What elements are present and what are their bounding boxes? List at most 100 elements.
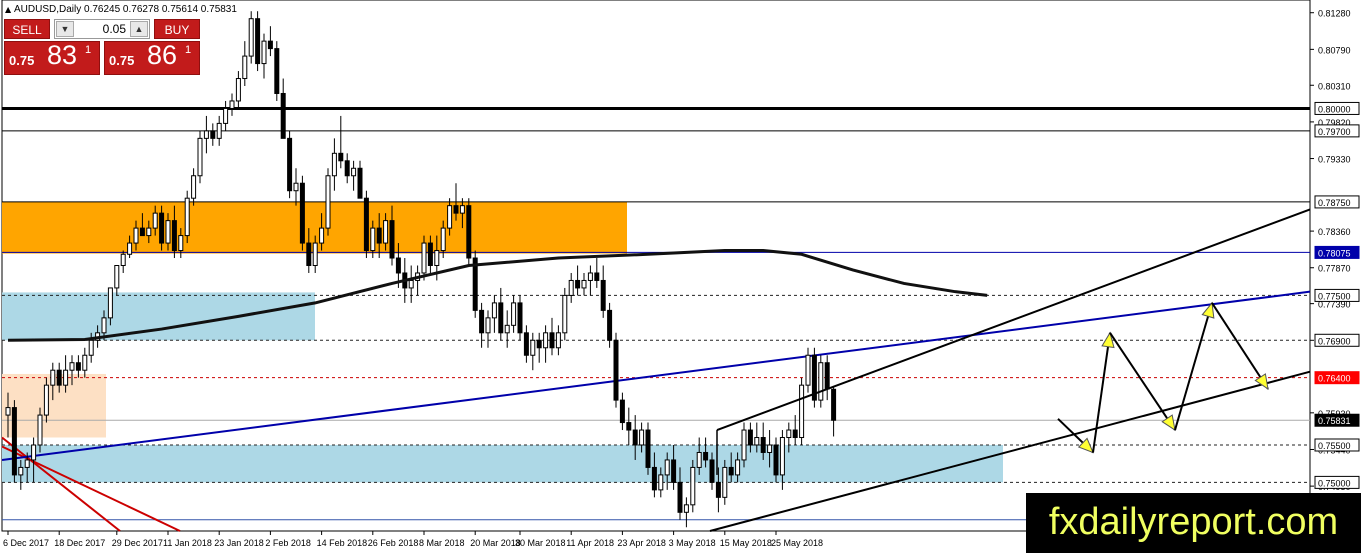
candle-body <box>357 167 363 199</box>
candle-body <box>427 242 433 267</box>
sell-button[interactable]: SELL <box>4 19 50 39</box>
candle-body <box>24 459 30 468</box>
lot-size-value[interactable]: 0.05 <box>75 21 129 38</box>
candle-body <box>133 227 139 244</box>
candle-body <box>191 175 197 199</box>
level-tag-label: 0.75500 <box>1318 441 1351 451</box>
candle-body <box>792 429 798 439</box>
lot-size-field[interactable]: ▼ 0.05 ▲ <box>54 19 150 39</box>
candle-body <box>696 451 702 468</box>
candle-body <box>677 481 683 513</box>
candle-body <box>818 362 824 401</box>
candle-body <box>248 18 254 57</box>
candle-body <box>741 429 747 461</box>
candle-body <box>363 197 369 252</box>
candle-body <box>805 354 811 386</box>
chart-window: 0.81280 0.80790 0.80310 0.79820 0.79330 0.783… <box>0 0 1362 553</box>
candle-body <box>267 40 273 50</box>
sell-price-pips: 83 <box>47 40 78 70</box>
candle-body <box>517 302 523 334</box>
candle-body <box>651 466 657 491</box>
candle-body <box>639 429 645 446</box>
candle-body <box>479 309 485 334</box>
candle-body <box>735 459 741 476</box>
candle-body <box>216 122 222 139</box>
candle-body <box>37 414 43 446</box>
x-tick-label: 25 May 2018 <box>771 538 823 548</box>
candle-body <box>632 429 638 446</box>
x-tick-label: 23 Apr 2018 <box>617 538 666 548</box>
buy-quote[interactable]: 0.75 86 1 <box>104 40 200 75</box>
candle-body <box>5 407 11 416</box>
candle-body <box>56 369 62 386</box>
candle-body <box>504 324 510 334</box>
lot-decrease-icon[interactable]: ▼ <box>56 21 74 37</box>
candle-body <box>658 474 664 491</box>
collapse-triangle-icon[interactable]: ▲ <box>5 5 11 14</box>
candle-body <box>178 235 184 252</box>
candle-body <box>594 272 600 281</box>
candle-body <box>255 18 261 65</box>
candle-body <box>709 459 715 483</box>
one-click-trade-panel: SELL ▼ 0.05 ▲ BUY 0.75 83 1 0.75 86 1 <box>4 19 200 75</box>
x-tick-label: 30 Mar 2018 <box>515 538 566 548</box>
zone-support <box>2 444 1003 483</box>
candle-body <box>722 466 728 498</box>
symbol-header: AUDUSD,Daily 0.76245 0.76278 0.75614 0.7… <box>14 4 237 15</box>
x-tick-label: 26 Feb 2018 <box>368 538 419 548</box>
candle-body <box>587 272 593 281</box>
candle-body <box>703 451 709 461</box>
y-tick-label: 0.80310 <box>1318 81 1351 91</box>
candle-body <box>459 205 465 214</box>
candle-body <box>760 437 766 453</box>
candle-body <box>197 137 203 177</box>
candle-body <box>280 92 286 139</box>
candle-body <box>440 227 446 252</box>
candle-body <box>824 362 830 390</box>
candle-body <box>747 429 753 446</box>
candle-body <box>146 227 152 237</box>
level-tag-label: 0.75831 <box>1318 416 1351 426</box>
sell-price-fraction: 1 <box>85 44 92 56</box>
candle-body <box>536 339 542 349</box>
candle-body <box>31 444 37 461</box>
candle-body <box>171 220 177 252</box>
candle-body <box>101 317 107 334</box>
candle-body <box>434 250 440 266</box>
buy-button[interactable]: BUY <box>154 19 200 39</box>
candle-body <box>549 332 555 349</box>
sell-quote[interactable]: 0.75 83 1 <box>4 40 100 75</box>
level-tag-label: 0.78075 <box>1318 248 1351 258</box>
candle-body <box>312 242 318 267</box>
candle-body <box>447 205 453 229</box>
level-tag-label: 0.80000 <box>1318 104 1351 114</box>
candle-body <box>235 78 241 102</box>
candle-body <box>75 362 81 371</box>
candle-body <box>491 302 497 319</box>
price-chart[interactable]: 0.812800.807900.803100.798200.793300.783… <box>0 0 1362 553</box>
candle-body <box>50 369 56 386</box>
x-tick-label: 23 Jan 2018 <box>214 538 264 548</box>
candle-body <box>754 437 760 446</box>
candle-body <box>159 212 165 244</box>
candle-body <box>319 227 325 244</box>
y-tick-label: 0.80790 <box>1318 45 1351 55</box>
candle-body <box>683 504 689 513</box>
candle-body <box>383 220 389 244</box>
candle-body <box>306 242 312 267</box>
candle-body <box>165 220 171 244</box>
candle-body <box>82 354 88 371</box>
x-tick-label: 20 Mar 2018 <box>470 538 521 548</box>
y-tick-label: 0.81280 <box>1318 9 1351 19</box>
candle-body <box>568 279 574 296</box>
candle-body <box>88 339 94 356</box>
x-tick-label: 15 May 2018 <box>720 538 772 548</box>
candle-body <box>242 55 248 80</box>
candle-body <box>331 152 337 177</box>
candle-body <box>63 369 69 386</box>
candle-body <box>511 302 517 326</box>
candle-body <box>728 466 734 476</box>
lot-increase-icon[interactable]: ▲ <box>130 21 148 37</box>
buy-price-fraction: 1 <box>185 44 192 56</box>
x-tick-label: 18 Dec 2017 <box>54 538 105 548</box>
